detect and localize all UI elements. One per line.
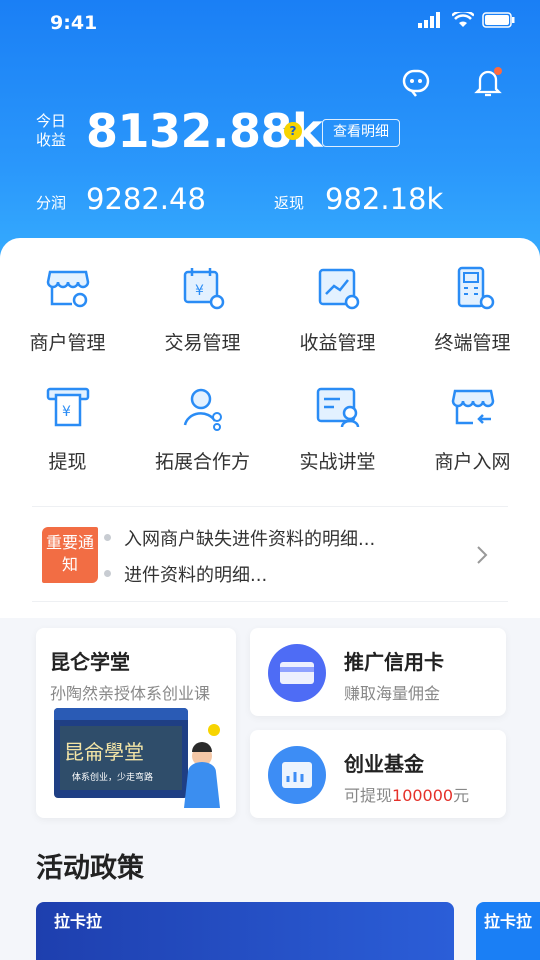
today-income-label: 今日收益 xyxy=(36,112,67,149)
status-indicators xyxy=(418,12,516,28)
credit-card-icon xyxy=(268,644,326,702)
important-notice[interactable]: 重要通知 入网商户缺失进件资料的明细... 进件资料的明细... xyxy=(32,506,508,602)
grid-label: 提现 xyxy=(48,451,87,473)
fund-title: 创业基金 xyxy=(344,752,424,776)
notice-line[interactable]: 入网商户缺失进件资料的明细... xyxy=(103,525,375,551)
merchant-manage-icon xyxy=(46,270,89,308)
academy-card[interactable]: 昆仑学堂 孙陶然亲授体系创业课 昆侖學堂 体系创业，少走弯路 xyxy=(36,628,236,818)
section-title-activity-policy: 活动政策 xyxy=(36,853,144,884)
customer-service-icon[interactable] xyxy=(400,66,432,98)
chevron-right-icon[interactable] xyxy=(476,545,488,565)
teacher-illustration xyxy=(184,724,220,808)
svg-text:¥: ¥ xyxy=(62,404,71,420)
academy-board-subtitle: 体系创业，少走弯路 xyxy=(72,773,154,783)
grid-item-withdraw[interactable]: ¥ 提现 xyxy=(0,381,135,474)
function-card: 商户管理 ¥ 交易管理 收益管理 终端管理 ¥ 提现 拓展合作方 实战讲堂 商户… xyxy=(0,238,540,618)
grid-label: 商户入网 xyxy=(434,451,511,473)
view-detail-button[interactable]: 查看明细 xyxy=(322,119,400,147)
grid-item-terminal-manage[interactable]: 终端管理 xyxy=(405,262,540,355)
fund-subtitle: 可提现100000元 xyxy=(344,786,470,805)
svg-text:¥: ¥ xyxy=(195,283,204,299)
grid-item-transaction-manage[interactable]: ¥ 交易管理 xyxy=(135,262,270,355)
academy-subtitle: 孙陶然亲授体系创业课 xyxy=(50,684,211,703)
terminal-manage-icon xyxy=(457,266,494,310)
academy-board: 昆侖學堂 体系创业，少走弯路 xyxy=(54,708,188,798)
cashback-label: 返现 xyxy=(274,194,305,212)
profit-share-value: 9282.48 xyxy=(86,182,206,216)
profit-share-label: 分润 xyxy=(36,194,67,212)
notice-badge: 重要通知 xyxy=(42,527,98,583)
notification-bell-icon[interactable] xyxy=(472,66,504,98)
grid-label: 收益管理 xyxy=(299,332,376,354)
startup-fund-promo[interactable]: 创业基金 可提现100000元 xyxy=(250,730,506,818)
lecture-icon xyxy=(316,387,359,428)
withdraw-icon: ¥ xyxy=(46,387,89,427)
notice-line[interactable]: 进件资料的明细... xyxy=(103,561,267,587)
status-time: 9:41 xyxy=(50,12,98,34)
wifi-icon xyxy=(452,12,474,27)
battery-icon xyxy=(482,12,515,28)
grid-label: 实战讲堂 xyxy=(299,451,376,473)
grid-item-lecture[interactable]: 实战讲堂 xyxy=(270,381,405,474)
activity-banner[interactable]: 拉卡拉 xyxy=(36,902,454,960)
grid-label: 交易管理 xyxy=(164,332,241,354)
activity-banner-next[interactable]: 拉卡拉 xyxy=(476,902,540,960)
grid-item-merchant-manage[interactable]: 商户管理 xyxy=(0,262,135,355)
fund-amount: 100000 xyxy=(392,786,454,805)
fund-calendar-icon xyxy=(268,746,326,804)
academy-board-title: 昆侖學堂 xyxy=(64,740,144,764)
academy-title: 昆仑学堂 xyxy=(50,650,130,674)
grid-label: 商户管理 xyxy=(29,332,106,354)
grid-label: 终端管理 xyxy=(434,332,511,354)
partner-expand-icon xyxy=(183,388,222,431)
grid-item-partner-expand[interactable]: 拓展合作方 xyxy=(135,381,270,474)
brand-logo: 拉卡拉 xyxy=(54,912,103,931)
transaction-manage-icon: ¥ xyxy=(183,268,224,310)
grid-item-income-manage[interactable]: 收益管理 xyxy=(270,262,405,355)
brand-logo: 拉卡拉 xyxy=(484,912,533,931)
grid-label: 拓展合作方 xyxy=(154,451,250,473)
credit-card-promo[interactable]: 推广信用卡 赚取海量佣金 xyxy=(250,628,506,716)
credit-card-subtitle: 赚取海量佣金 xyxy=(344,684,441,703)
income-manage-icon xyxy=(318,268,359,310)
merchant-onboard-icon xyxy=(451,389,494,425)
function-grid: 商户管理 ¥ 交易管理 收益管理 终端管理 ¥ 提现 拓展合作方 实战讲堂 商户… xyxy=(0,262,540,474)
academy-illustration: 昆侖學堂 体系创业，少走弯路 xyxy=(54,708,224,808)
grid-item-merchant-onboard[interactable]: 商户入网 xyxy=(405,381,540,474)
help-icon[interactable]: ? xyxy=(284,122,302,140)
cashback-value: 982.18k xyxy=(325,182,444,216)
signal-icon xyxy=(418,12,440,28)
credit-card-title: 推广信用卡 xyxy=(344,650,444,674)
